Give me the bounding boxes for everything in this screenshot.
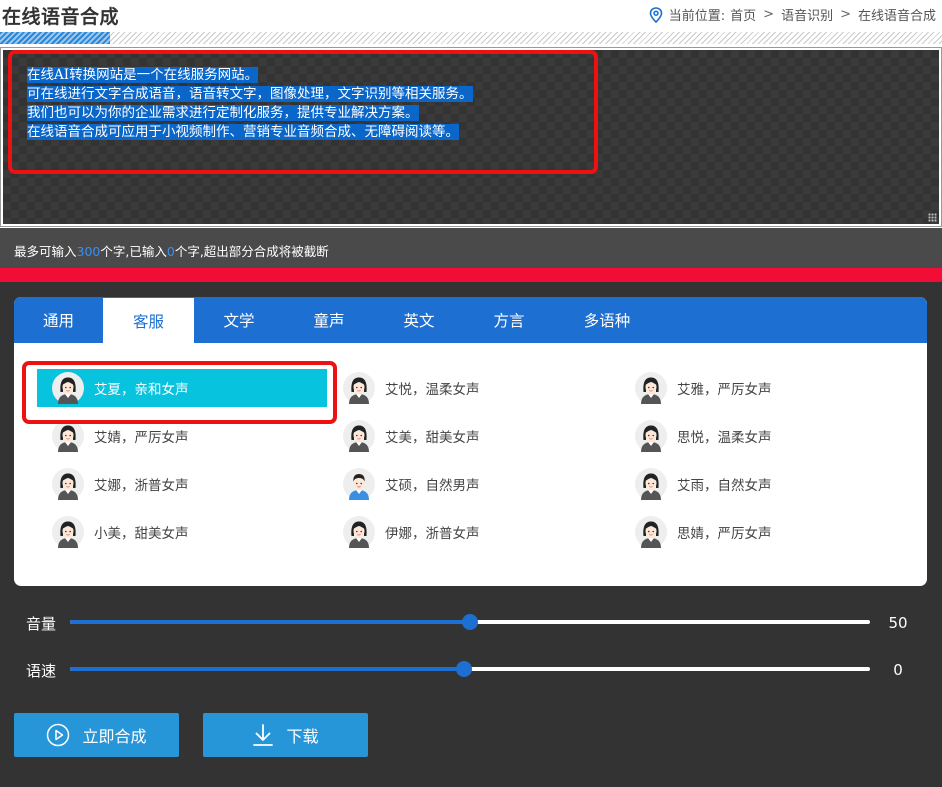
tab-english[interactable]: 英文 xyxy=(374,297,464,343)
breadcrumb-current: 在线语音合成 xyxy=(857,9,936,24)
breadcrumb-home-link[interactable]: 首页 xyxy=(730,5,756,24)
female-avatar-icon xyxy=(52,468,84,500)
tab-general[interactable]: 通用 xyxy=(14,297,103,343)
voice-option-aiya[interactable]: 艾雅，严厉女声 xyxy=(635,369,895,407)
voice-label: 艾硕，自然男声 xyxy=(385,478,480,494)
volume-slider[interactable] xyxy=(70,614,870,630)
counter-text: 个字,已输入 xyxy=(100,244,167,259)
voice-label: 小美，甜美女声 xyxy=(94,526,189,542)
female-avatar-icon xyxy=(52,516,84,548)
counter-max: 300 xyxy=(76,244,101,259)
volume-slider-thumb[interactable] xyxy=(462,614,478,630)
synthesize-button[interactable]: 立即合成 xyxy=(14,713,179,757)
voice-option-sijing[interactable]: 思婧，严厉女声 xyxy=(635,513,895,551)
voice-label: 艾悦，温柔女声 xyxy=(385,382,480,398)
female-avatar-icon xyxy=(52,420,84,452)
volume-value: 50 xyxy=(888,614,908,632)
voice-option-aishuo[interactable]: 艾硕，自然男声 xyxy=(343,465,603,503)
speed-slider-fill xyxy=(70,667,464,671)
page: 在线语音合成 当前位置: 首页 > 语音识别 > 在线语音合成 在线AI转换网站… xyxy=(0,0,942,787)
character-counter: 最多可输入300个字,已输入0个字,超出部分合成将被截断 xyxy=(14,241,329,260)
download-button[interactable]: 下载 xyxy=(203,713,368,757)
voice-option-aina[interactable]: 艾娜，浙普女声 xyxy=(52,465,312,503)
voice-label: 艾娜，浙普女声 xyxy=(94,478,189,494)
counter-current: 0 xyxy=(166,244,175,259)
tab-child-voice[interactable]: 童声 xyxy=(284,297,374,343)
female-avatar-icon xyxy=(343,516,375,548)
download-button-label: 下载 xyxy=(286,727,319,746)
voice-option-aimei[interactable]: 艾美，甜美女声 xyxy=(343,417,603,455)
voice-highlight-box xyxy=(22,361,337,424)
speed-slider[interactable] xyxy=(70,661,870,677)
text-highlight-box xyxy=(8,50,598,174)
tab-dialect[interactable]: 方言 xyxy=(464,297,554,343)
voice-label: 艾雨，自然女声 xyxy=(677,478,772,494)
voice-option-yina[interactable]: 伊娜，浙普女声 xyxy=(343,513,603,551)
female-avatar-icon xyxy=(343,420,375,452)
volume-slider-fill xyxy=(70,620,470,624)
voice-option-xiaomei[interactable]: 小美，甜美女声 xyxy=(52,513,312,551)
breadcrumb-separator: > xyxy=(763,7,775,22)
breadcrumb: 当前位置: 首页 > 语音识别 > 在线语音合成 xyxy=(649,5,936,24)
voice-label: 思悦，温柔女声 xyxy=(677,430,772,446)
divider-bar xyxy=(0,268,942,282)
counter-text: 个字,超出部分合成将被截断 xyxy=(174,244,329,259)
voice-option-aiyue[interactable]: 艾悦，温柔女声 xyxy=(343,369,603,407)
voice-panel: 通用 客服 文学 童声 英文 方言 多语种 艾夏，亲和女声 艾悦，温柔女声 艾雅… xyxy=(14,297,927,586)
voice-label: 艾雅，严厉女声 xyxy=(677,382,772,398)
female-avatar-icon xyxy=(635,372,667,404)
voice-label: 思婧，严厉女声 xyxy=(677,526,772,542)
male-avatar-icon xyxy=(343,468,375,500)
location-pin-icon xyxy=(649,6,663,23)
download-icon xyxy=(253,724,274,746)
breadcrumb-separator: > xyxy=(840,7,851,22)
voice-label: 伊娜，浙普女声 xyxy=(385,526,480,542)
volume-label: 音量 xyxy=(26,615,57,633)
counter-text: 最多可输入 xyxy=(14,244,77,259)
female-avatar-icon xyxy=(635,516,667,548)
tab-literature[interactable]: 文学 xyxy=(194,297,284,343)
voice-label: 艾美，甜美女声 xyxy=(385,430,480,446)
female-avatar-icon xyxy=(635,420,667,452)
voice-category-tabs: 通用 客服 文学 童声 英文 方言 多语种 xyxy=(14,297,927,344)
resize-grip-icon[interactable] xyxy=(928,213,937,222)
speed-value: 0 xyxy=(893,661,903,679)
breadcrumb-prefix: 当前位置: xyxy=(668,9,726,24)
play-icon xyxy=(47,723,70,747)
tab-multilingual[interactable]: 多语种 xyxy=(554,297,660,343)
voice-label: 艾婧，严厉女声 xyxy=(94,430,189,446)
female-avatar-icon xyxy=(343,372,375,404)
voice-option-aiyu[interactable]: 艾雨，自然女声 xyxy=(635,465,895,503)
synthesize-button-label: 立即合成 xyxy=(82,727,147,746)
speed-label: 语速 xyxy=(26,662,57,680)
female-avatar-icon xyxy=(635,468,667,500)
page-title: 在线语音合成 xyxy=(2,6,120,28)
header-divider xyxy=(0,32,942,44)
tab-customer-service[interactable]: 客服 xyxy=(103,298,194,344)
header: 在线语音合成 当前位置: 首页 > 语音识别 > 在线语音合成 xyxy=(0,0,942,32)
voice-option-siyue[interactable]: 思悦，温柔女声 xyxy=(635,417,895,455)
speed-slider-thumb[interactable] xyxy=(456,661,472,677)
breadcrumb-speech-recognition-link[interactable]: 语音识别 xyxy=(781,5,833,24)
